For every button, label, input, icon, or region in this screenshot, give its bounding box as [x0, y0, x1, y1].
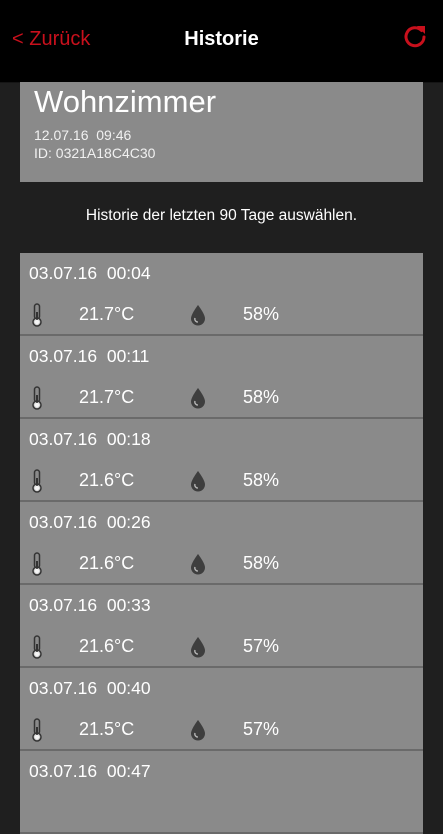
thermometer-icon [32, 718, 42, 742]
humidity-value: 58% [243, 470, 280, 490]
history-datetime: 03.07.16 00:11 [29, 346, 150, 366]
temperature-value: 21.5°C [79, 719, 135, 739]
humidity-value: 58% [243, 553, 280, 573]
history-row[interactable]: 03.07.16 00:33 21.6°C 57% [20, 585, 423, 668]
navigation-bar: < Zurück Historie [0, 0, 443, 83]
history-row[interactable]: 03.07.16 00:47 [20, 751, 423, 834]
water-drop-icon [191, 554, 205, 575]
water-drop-icon [191, 471, 205, 492]
water-drop-icon [191, 637, 205, 658]
device-card: Wohnzimmer 12.07.16 09:46 ID: 0321A18C4C… [20, 82, 423, 182]
thermometer-icon [32, 386, 42, 410]
history-datetime: 03.07.16 00:18 [29, 429, 151, 449]
device-date: 12.07.16 09:46 [34, 127, 132, 143]
thermometer-icon [32, 303, 42, 327]
history-row[interactable]: 03.07.16 00:04 21.7°C 58% [20, 253, 423, 336]
history-datetime: 03.07.16 00:47 [29, 761, 151, 781]
temperature-value: 21.6°C [79, 636, 135, 656]
humidity-value: 57% [243, 719, 280, 739]
humidity-value: 58% [243, 387, 280, 407]
history-row[interactable]: 03.07.16 00:40 21.5°C 57% [20, 668, 423, 751]
device-meta: 12.07.16 09:46 ID: 0321A18C4C30 [34, 126, 155, 162]
device-name: Wohnzimmer [34, 84, 217, 119]
history-values: 21.7°C 58% [29, 303, 409, 327]
humidity-value: 58% [243, 304, 280, 324]
history-row[interactable]: 03.07.16 00:11 21.7°C 58% [20, 336, 423, 419]
thermometer-icon [32, 635, 42, 659]
temperature-value: 21.7°C [79, 387, 135, 407]
thermometer-icon [32, 552, 42, 576]
device-id: ID: 0321A18C4C30 [34, 145, 156, 161]
refresh-icon[interactable] [401, 23, 429, 51]
temperature-value: 21.6°C [79, 553, 135, 573]
history-datetime: 03.07.16 00:40 [29, 678, 151, 698]
water-drop-icon [191, 388, 205, 409]
humidity-value: 57% [243, 636, 280, 656]
history-row[interactable]: 03.07.16 00:18 21.6°C 58% [20, 419, 423, 502]
history-datetime: 03.07.16 00:04 [29, 263, 151, 283]
temperature-value: 21.7°C [79, 304, 135, 324]
history-values: 21.6°C 57% [29, 635, 409, 659]
history-datetime: 03.07.16 00:26 [29, 512, 151, 532]
history-range-hint[interactable]: Historie der letzten 90 Tage auswählen. [0, 207, 443, 225]
history-values: 21.7°C 58% [29, 386, 409, 410]
page-title: Historie [184, 28, 259, 50]
history-row[interactable]: 03.07.16 00:26 21.6°C 58% [20, 502, 423, 585]
history-list: 03.07.16 00:04 21.7°C 58% 03.07.16 00:11 [20, 253, 423, 834]
history-values: 21.6°C 58% [29, 552, 409, 576]
water-drop-icon [191, 720, 205, 741]
history-values: 21.6°C 58% [29, 469, 409, 493]
thermometer-icon [32, 469, 42, 493]
history-datetime: 03.07.16 00:33 [29, 595, 151, 615]
history-values: 21.5°C 57% [29, 718, 409, 742]
temperature-value: 21.6°C [79, 470, 135, 490]
water-drop-icon [191, 305, 205, 326]
